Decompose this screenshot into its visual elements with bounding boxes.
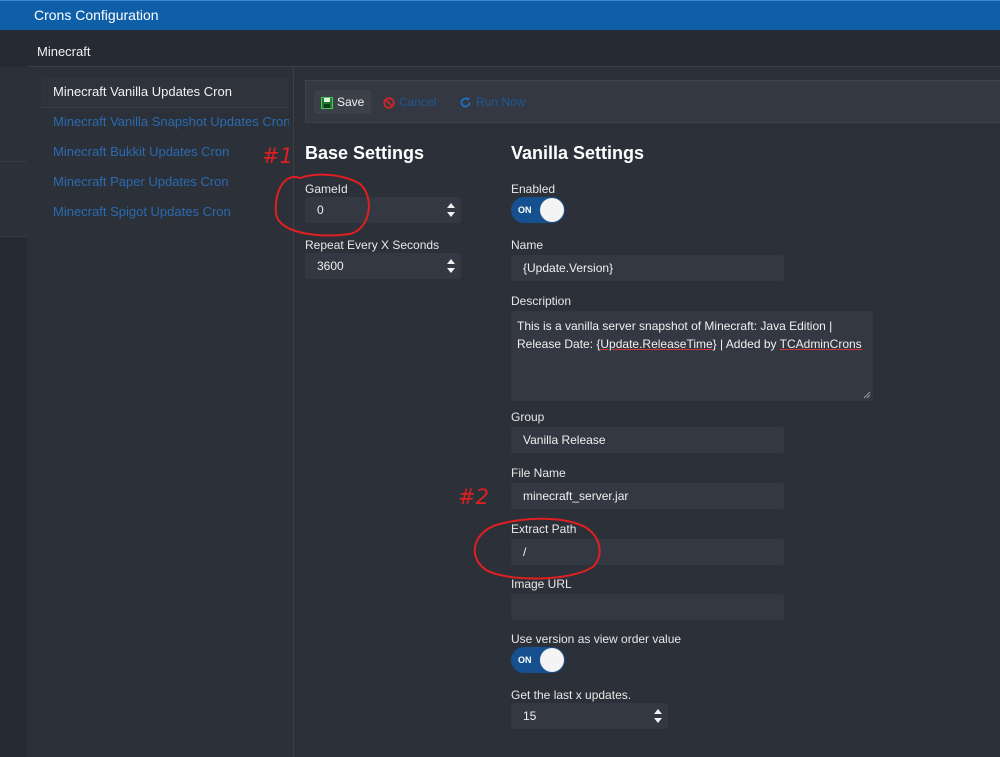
description-label: Description	[511, 294, 572, 308]
gameid-label: GameId	[305, 182, 348, 196]
left-gutter-band	[0, 67, 27, 162]
image-url-input[interactable]	[511, 594, 784, 620]
stepper-icon[interactable]	[445, 256, 457, 276]
settings-panel	[293, 67, 1000, 757]
enabled-toggle-state: ON	[518, 205, 532, 215]
left-gutter-band	[0, 162, 27, 237]
window-title: Crons Configuration	[0, 0, 1000, 30]
cron-item-vanilla-snapshot[interactable]: Minecraft Vanilla Snapshot Updates Cron	[41, 108, 289, 138]
cancel-button-label: Cancel	[399, 95, 437, 109]
extract-path-label: Extract Path	[511, 522, 577, 536]
extract-path-input[interactable]: /	[511, 539, 784, 565]
refresh-icon	[460, 97, 471, 108]
stepper-icon[interactable]	[652, 706, 664, 726]
save-button-label: Save	[337, 95, 365, 109]
repeat-label: Repeat Every X Seconds	[305, 238, 440, 252]
gameid-input[interactable]: 0	[305, 197, 461, 223]
cancel-button[interactable]: Cancel	[376, 90, 443, 114]
toolbar: Save Cancel Run Now	[305, 80, 1000, 123]
run-now-button[interactable]: Run Now	[452, 90, 532, 114]
run-now-button-label: Run Now	[476, 95, 526, 109]
toggle-knob	[540, 648, 564, 672]
last-x-updates-label: Get the last x updates.	[511, 688, 632, 702]
vanilla-settings-heading: Vanilla Settings	[511, 143, 645, 163]
cron-item-paper[interactable]: Minecraft Paper Updates Cron	[41, 168, 289, 198]
view-order-toggle-state: ON	[518, 655, 532, 665]
enabled-toggle[interactable]: ON	[511, 197, 565, 223]
file-name-value: minecraft_server.jar	[523, 489, 629, 503]
cron-item-spigot[interactable]: Minecraft Spigot Updates Cron	[41, 198, 289, 228]
description-text-2: Update.ReleaseTime	[600, 337, 713, 351]
group-value: Vanilla Release	[523, 433, 606, 447]
file-name-label: File Name	[511, 466, 566, 480]
save-button[interactable]: Save	[314, 90, 372, 114]
cron-list: Minecraft Vanilla Updates Cron Minecraft…	[41, 78, 289, 228]
gameid-value: 0	[317, 203, 324, 217]
base-settings-heading: Base Settings	[305, 143, 425, 163]
enabled-label: Enabled	[511, 182, 556, 196]
stepper-icon[interactable]	[445, 200, 457, 220]
floppy-disk-icon	[321, 96, 333, 109]
extract-path-value: /	[523, 545, 527, 559]
description-text-4: TCAdminCrons	[779, 337, 862, 351]
name-label: Name	[511, 238, 544, 252]
group-label: Group	[511, 410, 545, 424]
name-input[interactable]: {Update.Version}	[511, 255, 784, 281]
group-input[interactable]: Vanilla Release	[511, 427, 784, 453]
name-value: {Update.Version}	[523, 261, 614, 275]
description-textarea[interactable]: This is a vanilla server snapshot of Min…	[511, 311, 873, 401]
description-text-3: } | Added by	[712, 337, 780, 351]
view-order-label: Use version as view order value	[511, 632, 682, 646]
cron-item-vanilla[interactable]: Minecraft Vanilla Updates Cron	[41, 78, 289, 108]
repeat-seconds-value: 3600	[317, 259, 344, 273]
toggle-knob	[540, 198, 564, 222]
repeat-seconds-input[interactable]: 3600	[305, 253, 461, 279]
last-x-updates-input[interactable]: 15	[511, 703, 668, 729]
image-url-label: Image URL	[511, 577, 572, 591]
last-x-updates-value: 15	[523, 709, 537, 723]
file-name-input[interactable]: minecraft_server.jar	[511, 483, 784, 509]
resize-grip-icon[interactable]	[863, 391, 871, 399]
view-order-toggle[interactable]: ON	[511, 647, 565, 673]
cancel-icon	[383, 97, 395, 109]
tab-minecraft[interactable]: Minecraft	[27, 37, 1000, 67]
cron-item-bukkit[interactable]: Minecraft Bukkit Updates Cron	[41, 138, 289, 168]
